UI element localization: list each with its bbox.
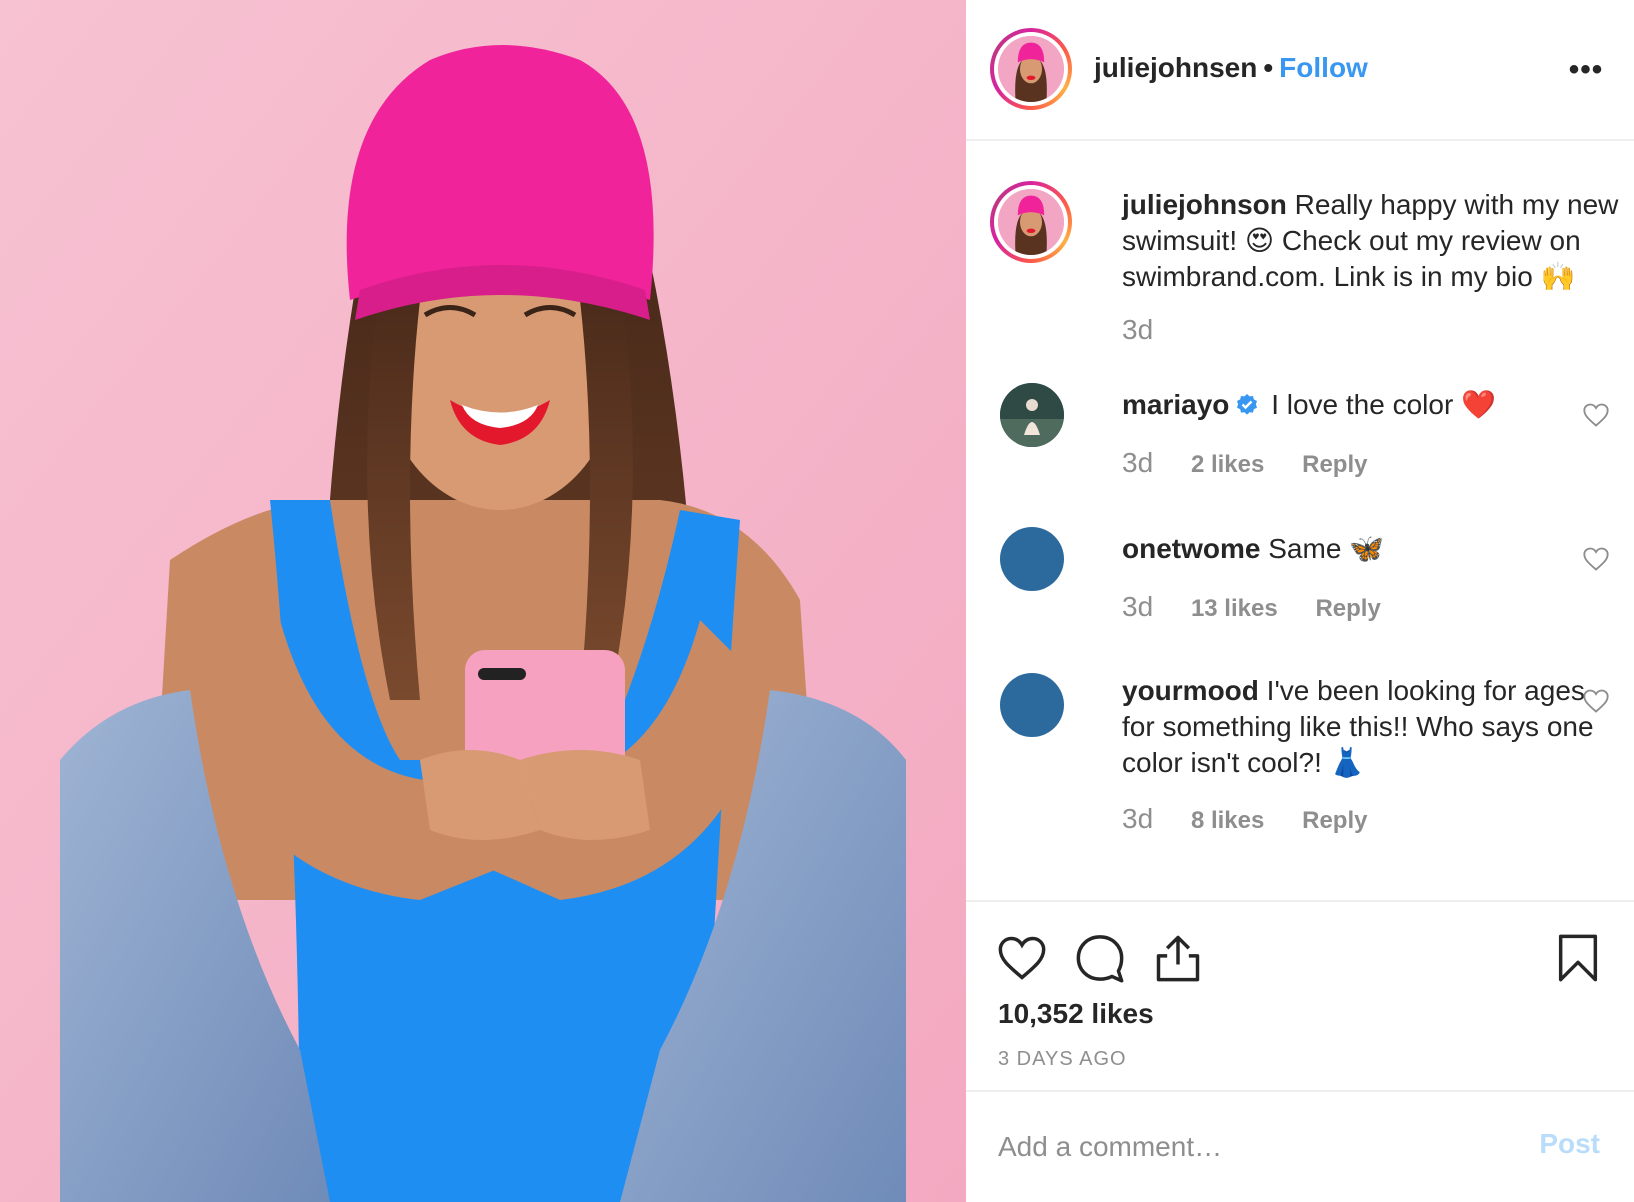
comment-meta: 3d 2 likes Reply <box>1122 447 1397 479</box>
comment-body: mariayo I love the color ❤️ <box>1122 387 1622 423</box>
comment-body: onetwome Same 🦋 <box>1122 531 1622 567</box>
commenter-avatar[interactable] <box>1000 673 1064 737</box>
author-username[interactable]: juliejohnsen <box>1094 52 1257 83</box>
comment-time: 3d <box>1122 447 1154 478</box>
comment-likes[interactable]: 13 likes <box>1191 595 1278 622</box>
comment-meta: 3d 13 likes Reply <box>1122 591 1411 623</box>
author-avatar[interactable] <box>990 28 1072 110</box>
post-side-panel: juliejohnsen • Follow ••• juliejohnson R… <box>966 0 1634 1202</box>
post-header: juliejohnsen • Follow ••• <box>966 0 1634 141</box>
comment-likes[interactable]: 8 likes <box>1191 807 1264 834</box>
comment-body: yourmood I've been looking for ages for … <box>1122 673 1622 781</box>
reply-button[interactable]: Reply <box>1302 451 1367 478</box>
bookmark-icon[interactable] <box>1552 932 1604 984</box>
share-icon[interactable] <box>1152 932 1204 984</box>
comment-username[interactable]: mariayo <box>1122 389 1229 420</box>
caption-avatar-image <box>998 189 1064 255</box>
add-comment-bar: Post <box>966 1090 1634 1202</box>
author-avatar-image <box>998 36 1064 102</box>
comment-username[interactable]: onetwome <box>1122 533 1260 564</box>
comment-time: 3d <box>1122 591 1154 622</box>
comment-time: 3d <box>1122 803 1154 834</box>
post-timestamp: 3 DAYS AGO <box>998 1048 1127 1070</box>
reply-button[interactable]: Reply <box>1315 595 1380 622</box>
comment-username[interactable]: yourmood <box>1122 675 1259 706</box>
comment-icon[interactable] <box>1074 932 1126 984</box>
post-photo[interactable] <box>0 0 966 1202</box>
caption-avatar[interactable] <box>990 181 1072 263</box>
follow-button[interactable]: Follow <box>1279 52 1368 83</box>
post-comment-button[interactable]: Post <box>1539 1128 1600 1160</box>
commenter-avatar-image <box>1000 383 1064 447</box>
comment-text: Same 🦋 <box>1268 533 1385 564</box>
add-comment-input[interactable] <box>998 1122 1478 1172</box>
woman-with-phone-illustration <box>0 0 966 1202</box>
comments-list[interactable]: juliejohnson Really happy with my new sw… <box>966 143 1634 900</box>
caption-body: juliejohnson Really happy with my new sw… <box>1122 187 1622 295</box>
comment-text: I love the color ❤️ <box>1271 389 1496 420</box>
header-separator: • <box>1263 52 1274 83</box>
comment-meta: 3d 8 likes Reply <box>1122 803 1397 835</box>
likes-count[interactable]: 10,352 likes <box>998 998 1154 1030</box>
caption-meta: 3d <box>1122 314 1183 346</box>
caption-username[interactable]: juliejohnson <box>1122 189 1287 220</box>
heart-icon[interactable] <box>996 932 1048 984</box>
more-options-icon[interactable]: ••• <box>1566 50 1606 90</box>
commenter-avatar[interactable] <box>1000 527 1064 591</box>
instagram-post: juliejohnsen • Follow ••• juliejohnson R… <box>0 0 1634 1202</box>
reply-button[interactable]: Reply <box>1302 807 1367 834</box>
post-actions: 10,352 likes 3 DAYS AGO <box>966 900 1634 1090</box>
like-comment-heart-icon[interactable] <box>1582 545 1610 573</box>
commenter-avatar[interactable] <box>1000 383 1064 447</box>
header-text: juliejohnsen • Follow <box>1094 48 1368 88</box>
comment-likes[interactable]: 2 likes <box>1191 451 1264 478</box>
like-comment-heart-icon[interactable] <box>1582 401 1610 429</box>
verified-badge-icon <box>1237 394 1258 415</box>
caption-time: 3d <box>1122 314 1154 345</box>
like-comment-heart-icon[interactable] <box>1582 687 1610 715</box>
